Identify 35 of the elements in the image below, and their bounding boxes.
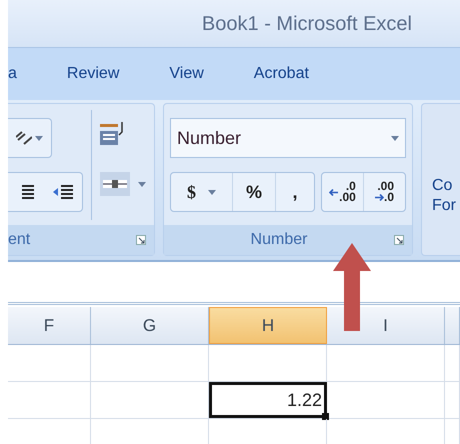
caret-icon [391, 136, 399, 140]
fill-handle[interactable] [322, 413, 329, 420]
table-cell[interactable]: 1.22 [209, 382, 327, 418]
caret-icon [208, 190, 216, 194]
wrap-text-icon [100, 122, 124, 148]
format-dropdown[interactable]: Number [170, 118, 406, 158]
merge-cells-icon [100, 172, 130, 196]
percent-button[interactable]: % [233, 173, 276, 211]
group-label: ent [8, 230, 30, 250]
arrow-left-icon [329, 188, 338, 196]
increase-decimal-button[interactable]: .0 .00 [322, 173, 363, 211]
column-header[interactable]: I [327, 307, 445, 344]
ribbon-tab[interactable]: View [169, 62, 204, 86]
comma-button[interactable]: , [276, 173, 314, 211]
decrease-decimal-button[interactable]: .00 .0 [364, 173, 405, 211]
ribbon-tab[interactable]: Review [66, 62, 120, 86]
caret-icon [138, 182, 146, 186]
button-label: Co [432, 176, 454, 196]
column-header[interactable]: G [91, 307, 209, 344]
column-header[interactable]: F [8, 307, 91, 344]
column-header[interactable]: H [209, 307, 327, 344]
dialog-launcher-icon[interactable] [394, 235, 404, 245]
arrow-right-icon [374, 194, 384, 201]
window-title: Book1 - Microsoft Excel [202, 12, 412, 36]
currency-button[interactable]: $ [171, 173, 233, 211]
column-header[interactable] [445, 307, 460, 344]
caret-icon [35, 136, 43, 140]
dialog-launcher-icon[interactable] [136, 235, 146, 245]
group-label: Number [250, 230, 308, 250]
increase-indent-icon [52, 184, 72, 200]
orientation-button[interactable] [8, 118, 52, 158]
button-label: For [432, 196, 457, 216]
ribbon-tab[interactable]: a [8, 62, 17, 86]
ribbon-tab[interactable]: Acrobat [254, 62, 309, 86]
slanted-text-icon [16, 131, 32, 145]
